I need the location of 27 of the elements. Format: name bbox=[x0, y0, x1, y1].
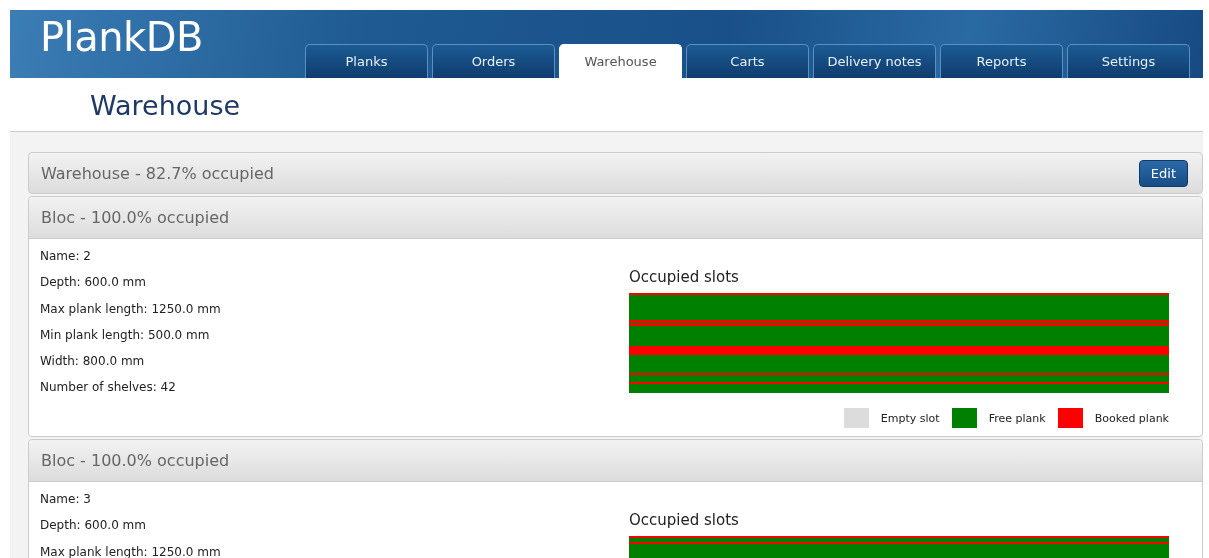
panel-title: Warehouse - 82.7% occupied bbox=[41, 163, 274, 183]
nav-tab[interactable]: Delivery notes bbox=[813, 44, 936, 78]
detail-text: Max plank length: 1250.0 mm bbox=[40, 544, 222, 558]
detail-text: Depth: 600.0 mm bbox=[40, 275, 147, 292]
chart-title: Occupied slots bbox=[629, 268, 740, 286]
panel-title: Bloc - 100.0% occupied bbox=[41, 451, 230, 470]
legend-label: Empty slot bbox=[880, 411, 940, 425]
detail-text: Number of shelves: 42 bbox=[40, 380, 177, 397]
detail-text: Min plank length: 500.0 mm bbox=[40, 327, 211, 344]
nav-tab[interactable]: Carts bbox=[686, 44, 809, 78]
nav-tab[interactable]: Orders bbox=[432, 44, 555, 78]
legend-label: Free plank bbox=[988, 411, 1046, 425]
edit-button[interactable]: Edit bbox=[1138, 159, 1188, 187]
detail-text: Max plank length: 1250.0 mm bbox=[40, 301, 222, 318]
panel-title: Bloc - 100.0% occupied bbox=[41, 208, 230, 227]
detail-text: Name: 3 bbox=[40, 492, 92, 508]
page-title: Warehouse bbox=[90, 90, 242, 121]
detail-text: Depth: 600.0 mm bbox=[40, 518, 147, 535]
detail-text: Width: 800.0 mm bbox=[40, 354, 146, 371]
logo[interactable]: PlankDB bbox=[40, 14, 305, 60]
nav-tab[interactable]: Planks bbox=[305, 44, 428, 78]
nav-tab[interactable]: Reports bbox=[940, 44, 1063, 78]
legend-label: Booked plank bbox=[1094, 411, 1169, 425]
nav-tab[interactable]: Warehouse bbox=[559, 44, 682, 78]
detail-text: Name: 2 bbox=[40, 249, 92, 265]
chart-title: Occupied slots bbox=[629, 511, 740, 529]
nav-tab[interactable]: Settings bbox=[1067, 44, 1190, 78]
